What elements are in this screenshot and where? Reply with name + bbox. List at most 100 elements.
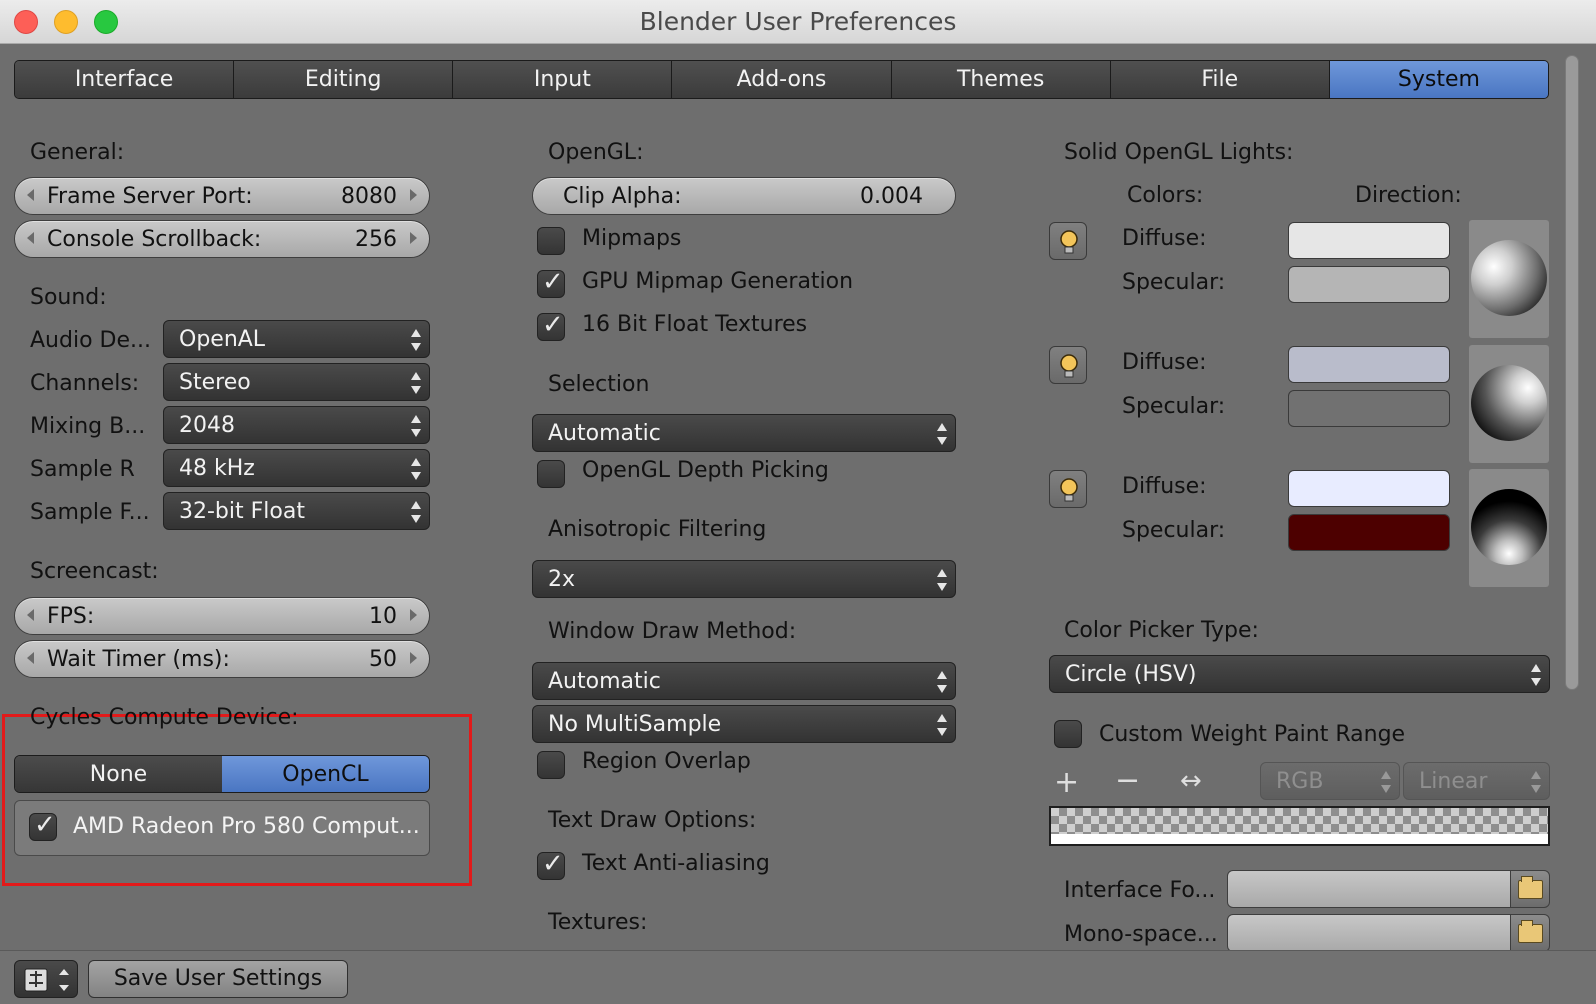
region-overlap-label: Region Overlap — [582, 749, 751, 774]
gpu-mipmap-checkbox[interactable]: ✓ — [537, 267, 565, 298]
remove-stop-icon[interactable]: − — [1115, 766, 1140, 796]
channels-dropdown[interactable]: Stereo — [163, 363, 430, 401]
screencast-heading: Screencast: — [30, 559, 159, 584]
ramp-color-mode-dropdown[interactable]: RGB — [1260, 762, 1400, 800]
light-1-diffuse-swatch[interactable] — [1288, 222, 1450, 259]
mono-font-path-input[interactable] — [1227, 914, 1511, 952]
gpu-mipmap-label: GPU Mipmap Generation — [582, 269, 854, 294]
sample-format-label: Sample F... — [30, 500, 150, 525]
light-1-toggle[interactable] — [1049, 222, 1087, 260]
color-picker-dropdown[interactable]: Circle (HSV) — [1049, 655, 1550, 693]
lightbulb-icon — [1060, 478, 1078, 502]
sample-format-dropdown[interactable]: 32-bit Float — [163, 492, 430, 530]
audio-device-label: Audio De... — [30, 328, 151, 353]
lightbulb-icon — [1060, 230, 1078, 254]
sample-rate-dropdown[interactable]: 48 kHz — [163, 449, 430, 487]
tab-input[interactable]: Input — [453, 61, 673, 98]
frame-server-port-field[interactable]: Frame Server Port: 8080 — [14, 177, 430, 215]
sample-rate-value: 48 kHz — [179, 456, 255, 481]
light-3-specular-swatch[interactable] — [1288, 514, 1450, 551]
colors-label: Colors: — [1127, 183, 1204, 208]
mixing-buffer-label: Mixing B... — [30, 414, 146, 439]
light-2-direction-sphere[interactable] — [1471, 365, 1547, 441]
updown-arrows-icon — [937, 671, 947, 693]
checkmark-icon: ✓ — [34, 810, 56, 840]
multisample-dropdown[interactable]: No MultiSample — [532, 705, 956, 743]
ramp-interpolation-dropdown[interactable]: Linear — [1403, 762, 1550, 800]
light-3-diffuse-label: Diffuse: — [1122, 474, 1207, 499]
tab-interface[interactable]: Interface — [15, 61, 235, 98]
interface-font-browse-button[interactable] — [1510, 870, 1550, 908]
light-1-diffuse-label: Diffuse: — [1122, 226, 1207, 251]
mixing-buffer-dropdown[interactable]: 2048 — [163, 406, 430, 444]
light-2-direction-widget[interactable] — [1469, 345, 1549, 463]
window-draw-heading: Window Draw Method: — [548, 619, 797, 644]
light-3-diffuse-swatch[interactable] — [1288, 470, 1450, 507]
decrement-arrow-icon[interactable] — [27, 652, 34, 664]
increment-arrow-icon[interactable] — [410, 652, 417, 664]
increment-arrow-icon[interactable] — [410, 609, 417, 621]
decrement-arrow-icon[interactable] — [27, 232, 34, 244]
light-3-toggle[interactable] — [1049, 470, 1087, 508]
light-1-direction-widget[interactable] — [1469, 220, 1549, 338]
add-stop-icon[interactable]: + — [1054, 768, 1079, 798]
wait-timer-field[interactable]: Wait Timer (ms): 50 — [14, 640, 430, 678]
audio-device-dropdown[interactable]: OpenAL — [163, 320, 430, 358]
anisotropic-value: 2x — [548, 567, 576, 592]
mipmaps-checkbox[interactable] — [537, 227, 565, 255]
light-1-specular-swatch[interactable] — [1288, 266, 1450, 303]
light-3-specular-label: Specular: — [1122, 518, 1226, 543]
save-user-settings-button[interactable]: Save User Settings — [88, 960, 348, 998]
light-2-diffuse-swatch[interactable] — [1288, 346, 1450, 383]
float-textures-checkbox[interactable]: ✓ — [537, 311, 565, 341]
tab-add-ons[interactable]: Add-ons — [672, 61, 892, 98]
increment-arrow-icon[interactable] — [410, 232, 417, 244]
compute-device-opencl-button[interactable]: OpenCL — [222, 756, 429, 792]
editor-type-selector[interactable] — [14, 960, 78, 998]
anisotropic-dropdown[interactable]: 2x — [532, 560, 956, 598]
clip-alpha-field[interactable]: Clip Alpha: 0.004 — [532, 177, 956, 215]
text-anti-aliasing-checkbox[interactable]: ✓ — [537, 849, 565, 880]
increment-arrow-icon[interactable] — [410, 189, 417, 201]
direction-label: Direction: — [1355, 183, 1462, 208]
light-2-specular-swatch[interactable] — [1288, 390, 1450, 427]
checkmark-icon: ✓ — [542, 267, 564, 297]
tab-themes[interactable]: Themes — [891, 61, 1111, 98]
selection-dropdown[interactable]: Automatic — [532, 414, 956, 452]
fps-field[interactable]: FPS: 10 — [14, 597, 430, 635]
light-3-direction-sphere[interactable] — [1471, 489, 1547, 565]
flip-ramp-icon[interactable]: ↔ — [1180, 766, 1202, 796]
audio-device-value: OpenAL — [179, 327, 266, 352]
channels-value: Stereo — [179, 370, 251, 395]
decrement-arrow-icon[interactable] — [27, 189, 34, 201]
decrement-arrow-icon[interactable] — [27, 609, 34, 621]
sample-rate-label: Sample R — [30, 457, 135, 482]
weight-paint-label: Custom Weight Paint Range — [1099, 722, 1406, 747]
region-overlap-checkbox[interactable] — [537, 751, 565, 779]
mono-font-browse-button[interactable] — [1510, 914, 1550, 952]
scrollbar-thumb[interactable] — [1565, 55, 1579, 690]
light-2-toggle[interactable] — [1049, 346, 1087, 384]
tab-system[interactable]: System — [1329, 61, 1548, 98]
light-3-direction-widget[interactable] — [1469, 469, 1549, 587]
tab-editing[interactable]: Editing — [234, 61, 454, 98]
mixing-buffer-value: 2048 — [179, 413, 235, 438]
text-anti-aliasing-label: Text Anti-aliasing — [582, 851, 770, 876]
mono-font-label: Mono-space... — [1064, 922, 1218, 947]
compute-device-none-button[interactable]: None — [15, 756, 222, 792]
weight-paint-checkbox[interactable] — [1054, 720, 1082, 748]
window-draw-dropdown[interactable]: Automatic — [532, 662, 956, 700]
depth-picking-checkbox[interactable] — [537, 460, 565, 488]
checkmark-icon: ✓ — [542, 849, 564, 879]
console-scrollback-field[interactable]: Console Scrollback: 256 — [14, 220, 430, 258]
console-scrollback-value: 256 — [355, 227, 397, 252]
wait-timer-label: Wait Timer (ms): — [47, 647, 230, 672]
window-title: Blender User Preferences — [639, 7, 957, 36]
updown-arrows-icon — [411, 372, 421, 394]
device-checkbox[interactable]: ✓ — [29, 810, 57, 841]
light-1-direction-sphere[interactable] — [1471, 240, 1547, 316]
wait-timer-value: 50 — [369, 647, 397, 672]
color-picker-value: Circle (HSV) — [1065, 662, 1197, 687]
interface-font-path-input[interactable] — [1227, 870, 1511, 908]
tab-file[interactable]: File — [1110, 61, 1330, 98]
